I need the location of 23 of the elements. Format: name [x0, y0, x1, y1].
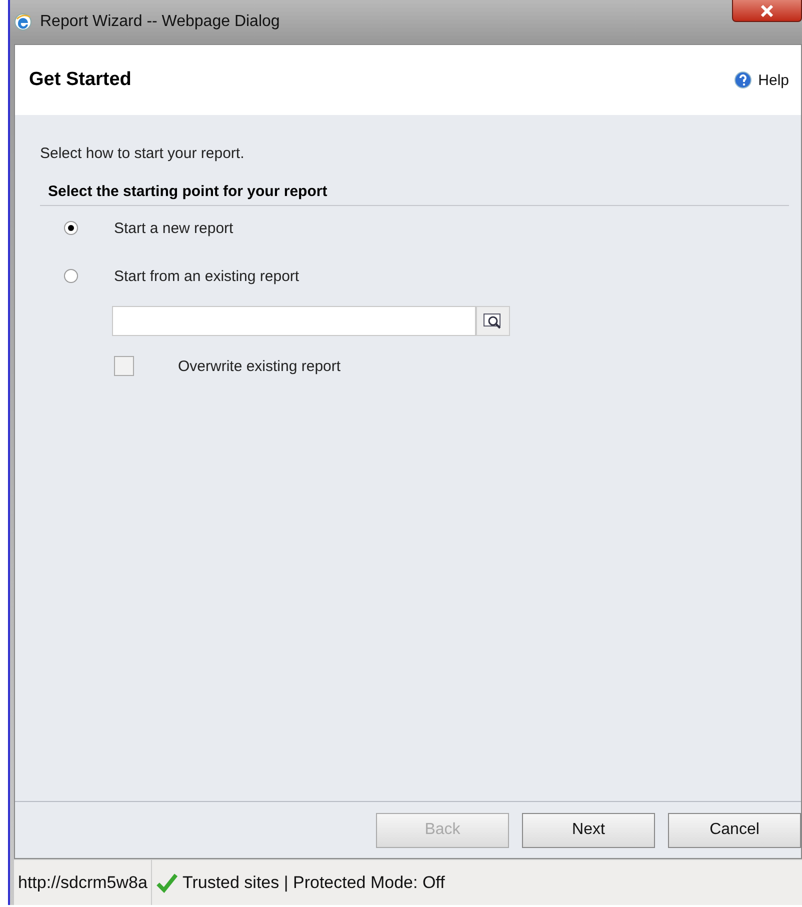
- radio-label: Start a new report: [114, 220, 234, 236]
- help-icon: [734, 71, 752, 89]
- radio-button[interactable]: [64, 269, 78, 283]
- intro-text: Select how to start your report.: [40, 145, 246, 162]
- status-zone: Trusted sites | Protected Mode: Off: [182, 872, 445, 892]
- checkbox[interactable]: [114, 356, 134, 376]
- dialog-button[interactable]: Cancel: [668, 812, 801, 848]
- close-icon: [760, 4, 774, 16]
- radio-label: Start from an existing report: [114, 268, 300, 284]
- radio-button[interactable]: [64, 221, 78, 235]
- status-url: http://sdcrm5w8a: [14, 860, 152, 905]
- lookup-button[interactable]: [476, 306, 510, 336]
- report-lookup-field[interactable]: [112, 306, 476, 336]
- dialog-button[interactable]: Next: [522, 812, 655, 848]
- section-heading: Select the starting point for your report: [40, 183, 789, 206]
- page-title: Get Started: [29, 69, 132, 91]
- help-link[interactable]: Help: [758, 72, 789, 88]
- browser-icon: [14, 13, 32, 31]
- window-title: Report Wizard -- Webpage Dialog: [40, 13, 280, 31]
- search-icon: [483, 312, 503, 330]
- checkmark-icon: [156, 872, 178, 892]
- close-button[interactable]: [732, 0, 802, 22]
- checkbox-label: Overwrite existing report: [178, 358, 341, 374]
